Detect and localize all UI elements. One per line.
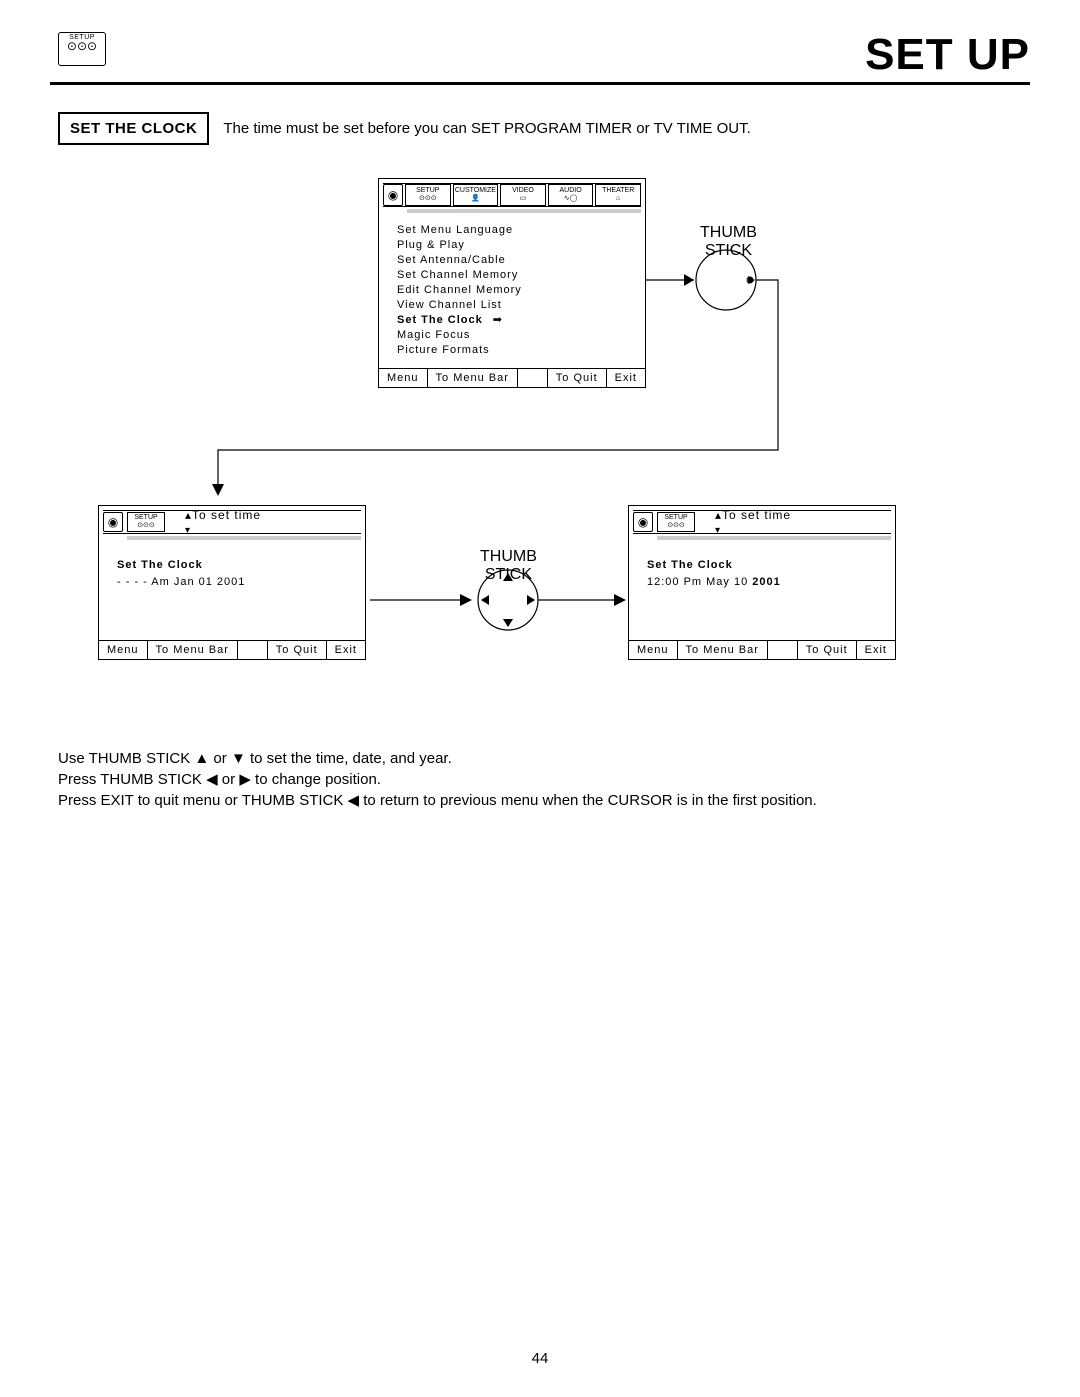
clock-title: Set The Clock	[117, 558, 347, 573]
footer-exit: Exit	[857, 641, 895, 659]
footer-to-menu-bar: To Menu Bar	[428, 369, 518, 387]
clock-value: 12:00 Pm May 10 2001	[647, 575, 877, 590]
clock-value: - - - - Am Jan 01 2001	[117, 575, 347, 590]
menu-body: Set Menu Language Plug & Play Set Antenn…	[379, 219, 645, 368]
footer-menu: Menu	[629, 641, 678, 659]
menu-item: Magic Focus	[397, 328, 627, 343]
instruction-line-3: Press EXIT to quit menu or THUMB STICK ◀…	[58, 790, 817, 811]
menu-item: Set Menu Language	[397, 223, 627, 238]
tab-audio: AUDIO∿◯	[548, 184, 594, 206]
menu-item-selected: Set The Clock➡	[397, 313, 627, 328]
eye-icon: ◉	[383, 184, 403, 206]
footer-to-quit: To Quit	[268, 641, 327, 659]
menubar-single: ◉ SETUP⊙⊙⊙ ▴To set time▾	[103, 510, 361, 534]
menu-item: Set Channel Memory	[397, 268, 627, 283]
tab-setup: SETUP⊙⊙⊙	[127, 512, 165, 532]
screen-footer: Menu To Menu Bar To Quit Exit	[629, 640, 895, 659]
tab-theater: THEATER⌂	[595, 184, 641, 206]
clock-body-left: Set The Clock - - - - Am Jan 01 2001	[99, 546, 365, 640]
menu-screen-main: ◉ SETUP⊙⊙⊙ CUSTOMIZE👤 VIDEO▭ AUDIO∿◯ THE…	[378, 178, 646, 388]
intro-row: SET THE CLOCK The time must be set befor…	[58, 112, 751, 145]
section-label-box: SET THE CLOCK	[58, 112, 209, 145]
instructions-block: Use THUMB STICK ▲ or ▼ to set the time, …	[58, 748, 817, 811]
footer-to-quit: To Quit	[548, 369, 607, 387]
footer-exit: Exit	[607, 369, 645, 387]
footer-to-menu-bar: To Menu Bar	[678, 641, 768, 659]
clock-screen-right: ◉ SETUP⊙⊙⊙ ▴To set time▾ Set The Clock 1…	[628, 505, 896, 660]
tab-customize: CUSTOMIZE👤	[453, 184, 499, 206]
tab-video: VIDEO▭	[500, 184, 546, 206]
tab-setup: SETUP⊙⊙⊙	[405, 184, 451, 206]
diagram-area: THUMBSTICK THUMBSTICK ◉ SETUP⊙⊙⊙ CUSTOMI…	[58, 170, 1022, 730]
page-number: 44	[0, 1350, 1080, 1367]
to-set-time-label: ▴To set time▾	[185, 508, 261, 536]
footer-to-quit: To Quit	[798, 641, 857, 659]
instruction-line-2: Press THUMB STICK ◀ or ▶ to change posit…	[58, 769, 817, 790]
menu-item: View Channel List	[397, 298, 627, 313]
page-title: SET UP	[50, 30, 1030, 85]
footer-to-menu-bar: To Menu Bar	[148, 641, 238, 659]
screen-footer: Menu To Menu Bar To Quit Exit	[99, 640, 365, 659]
arrow-right-icon: ➡	[493, 313, 503, 328]
to-set-time-label: ▴To set time▾	[715, 508, 791, 536]
footer-exit: Exit	[327, 641, 365, 659]
screen-footer: Menu To Menu Bar To Quit Exit	[379, 368, 645, 387]
clock-screen-left: ◉ SETUP⊙⊙⊙ ▴To set time▾ Set The Clock -…	[98, 505, 366, 660]
eye-icon: ◉	[633, 512, 653, 532]
clock-body-right: Set The Clock 12:00 Pm May 10 2001	[629, 546, 895, 640]
menu-item: Set Antenna/Cable	[397, 253, 627, 268]
menu-item: Edit Channel Memory	[397, 283, 627, 298]
tab-setup: SETUP⊙⊙⊙	[657, 512, 695, 532]
menu-item: Picture Formats	[397, 343, 627, 358]
footer-menu: Menu	[99, 641, 148, 659]
menubar-single: ◉ SETUP⊙⊙⊙ ▴To set time▾	[633, 510, 891, 534]
clock-title: Set The Clock	[647, 558, 877, 573]
intro-text: The time must be set before you can SET …	[223, 120, 750, 137]
eye-icon: ◉	[103, 512, 123, 532]
footer-menu: Menu	[379, 369, 428, 387]
thumbstick-label-1: THUMBSTICK	[700, 224, 757, 260]
menubar: ◉ SETUP⊙⊙⊙ CUSTOMIZE👤 VIDEO▭ AUDIO∿◯ THE…	[383, 183, 641, 207]
instruction-line-1: Use THUMB STICK ▲ or ▼ to set the time, …	[58, 748, 817, 769]
thumbstick-label-2: THUMBSTICK	[480, 548, 537, 584]
menu-item: Plug & Play	[397, 238, 627, 253]
